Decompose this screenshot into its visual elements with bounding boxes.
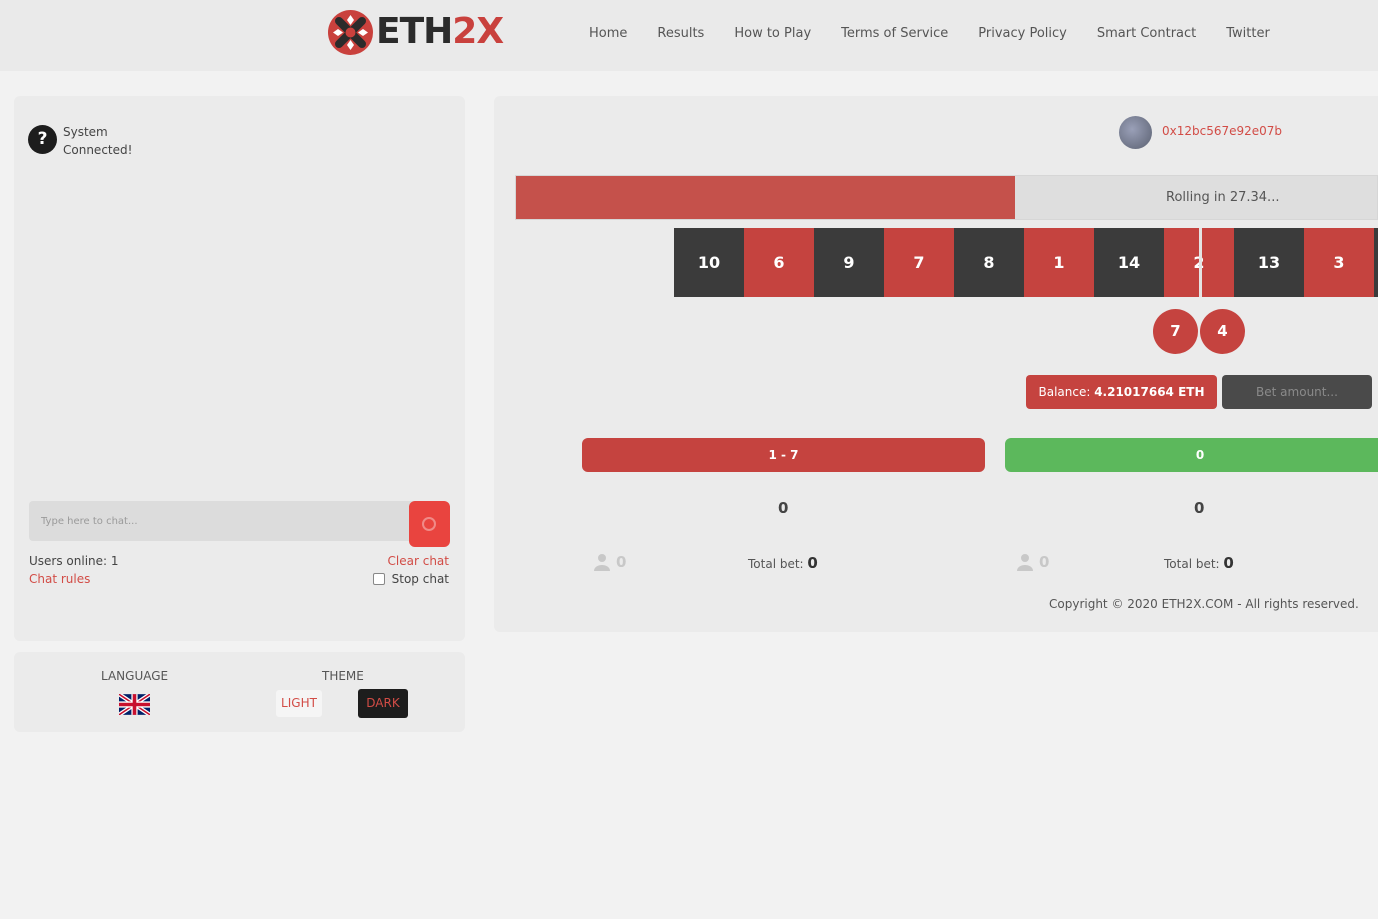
stop-chat-label: Stop chat: [391, 572, 449, 586]
nav-how-to-play[interactable]: How to Play: [734, 26, 811, 41]
chat-rules-link[interactable]: Chat rules: [29, 572, 90, 586]
roll-tile: [1374, 228, 1378, 297]
stop-chat-toggle[interactable]: Stop chat: [372, 572, 449, 586]
roll-tile: 7: [884, 228, 954, 297]
chat-message-text: Connected!: [63, 143, 133, 157]
roll-track: 1069781142133: [674, 228, 1378, 297]
light-theme-button[interactable]: LIGHT: [276, 690, 322, 717]
send-icon: [422, 517, 436, 531]
roll-tile: 3: [1304, 228, 1374, 297]
history-result: 7: [1153, 309, 1198, 354]
roll-marker: [1199, 228, 1202, 297]
roll-tile: 14: [1094, 228, 1164, 297]
wallet-address[interactable]: 0x12bc567e92e07b: [1162, 124, 1282, 138]
nav-home[interactable]: Home: [589, 26, 627, 41]
main-nav: Home Results How to Play Terms of Servic…: [589, 26, 1300, 41]
rolling-countdown: Rolling in 27.34...: [1166, 190, 1280, 205]
roll-tile: 1: [1024, 228, 1094, 297]
history-result: 4: [1200, 309, 1245, 354]
roll-tile: 13: [1234, 228, 1304, 297]
users-online: Users online: 1: [29, 554, 119, 568]
theme-label: THEME: [322, 669, 364, 683]
help-avatar-icon: ?: [28, 125, 57, 154]
dark-theme-button[interactable]: DARK: [358, 689, 408, 718]
copyright: Copyright © 2020 ETH2X.COM - All rights …: [1049, 597, 1359, 611]
player-count-1-7: 0: [594, 553, 626, 571]
bet-amount-zero: 0: [1194, 499, 1205, 517]
roll-tile: 10: [674, 228, 744, 297]
total-bet-1-7: Total bet: 0: [748, 554, 818, 572]
nav-terms-of-service[interactable]: Terms of Service: [841, 26, 948, 41]
chat-message-user: System: [63, 125, 108, 139]
nav-twitter[interactable]: Twitter: [1226, 26, 1270, 41]
nav-smart-contract[interactable]: Smart Contract: [1097, 26, 1196, 41]
balance-value: 4.21017664 ETH: [1094, 385, 1205, 399]
user-avatar[interactable]: [1119, 116, 1152, 149]
language-label: LANGUAGE: [101, 669, 169, 683]
chat-input[interactable]: [29, 501, 429, 541]
bet-button-1-7[interactable]: 1 - 7: [582, 438, 985, 472]
top-header: ETH2X Home Results How to Play Terms of …: [0, 0, 1378, 71]
bet-amount-input[interactable]: [1222, 375, 1372, 409]
settings-panel: LANGUAGE THEME LIGHT DARK: [14, 652, 465, 732]
rolling-progress-fill: [516, 176, 1016, 219]
total-bet-zero: Total bet: 0: [1164, 554, 1234, 572]
roll-tile: 9: [814, 228, 884, 297]
game-panel: 0x12bc567e92e07b Rolling in 27.34... 10 6…: [494, 96, 1378, 632]
eth2x-logo[interactable]: ETH2X: [328, 9, 504, 55]
bet-button-zero[interactable]: 0: [1005, 438, 1378, 472]
nav-results[interactable]: Results: [657, 26, 704, 41]
chat-panel: ? System Connected! Users online: 1 Chat…: [14, 96, 465, 641]
balance-badge: Balance: 4.21017664 ETH: [1026, 375, 1217, 409]
nav-privacy-policy[interactable]: Privacy Policy: [978, 26, 1067, 41]
bet-amount-1-7: 0: [778, 499, 789, 517]
clear-chat-link[interactable]: Clear chat: [388, 554, 449, 568]
logo-mark-icon: [328, 9, 373, 55]
roll-tile: 6: [744, 228, 814, 297]
rolling-progress-bar: Rolling in 27.34...: [515, 175, 1378, 220]
logo-text: ETH2X: [376, 11, 504, 52]
uk-flag-icon[interactable]: [119, 694, 150, 715]
send-chat-button[interactable]: [409, 501, 450, 547]
user-icon: [594, 554, 610, 571]
player-count-zero: 0: [1017, 553, 1049, 571]
user-icon: [1017, 554, 1033, 571]
roll-tile: 8: [954, 228, 1024, 297]
stop-chat-checkbox[interactable]: [372, 573, 385, 585]
